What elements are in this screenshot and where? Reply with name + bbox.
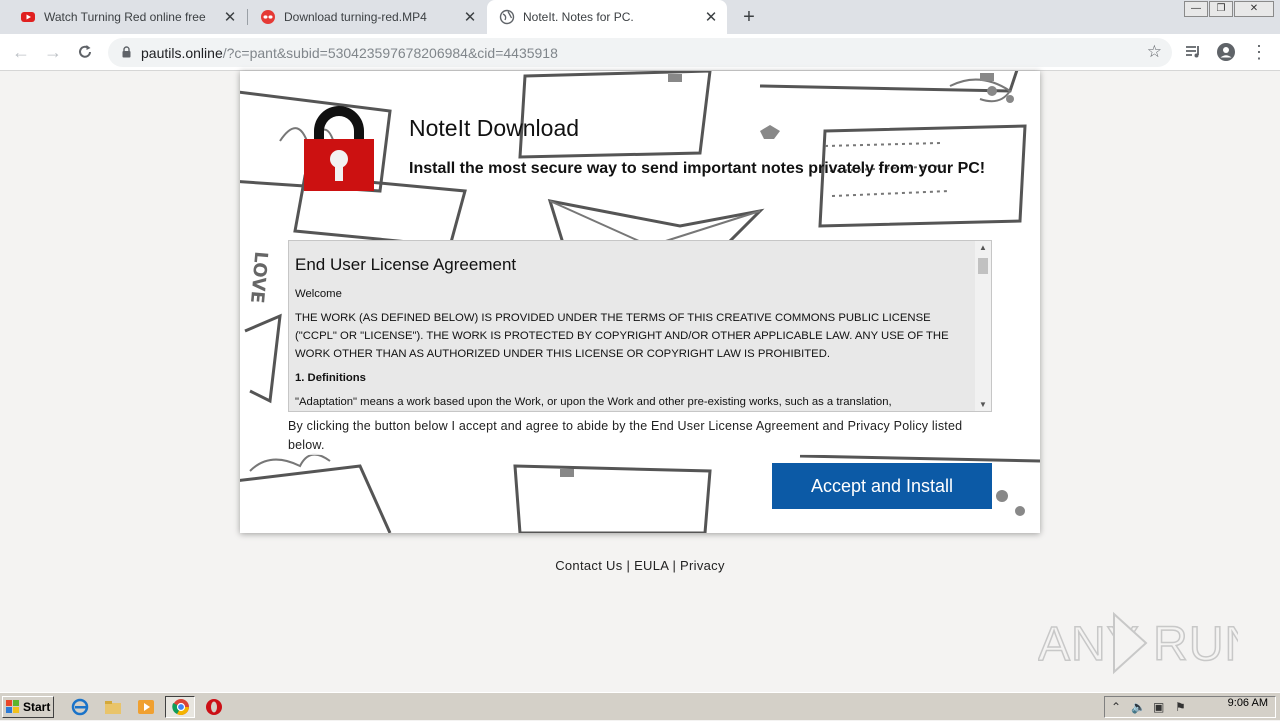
eula-heading: End User License Agreement (295, 255, 517, 274)
minimize-window-button[interactable]: — (1184, 1, 1208, 17)
address-bar[interactable]: pautils.online/?c=pant&subid=53042359767… (108, 38, 1172, 67)
web-page: LOVE NoteIt Download Install the most se… (0, 71, 1280, 692)
action-center-flag-icon[interactable]: ⚑ (1175, 700, 1186, 714)
eula-section-body: "Adaptation" means a work based upon the… (295, 396, 892, 408)
youtube-icon (21, 12, 35, 22)
consent-text: By clicking the button below I accept an… (288, 417, 988, 455)
reload-icon (79, 45, 91, 58)
url-path: /?c=pant&subid=530423597678206984&cid=44… (222, 45, 558, 61)
bookmark-star-icon[interactable]: ☆ (1147, 42, 1162, 62)
media-player-icon[interactable] (137, 698, 155, 716)
media-control-icon[interactable] (1183, 42, 1203, 62)
close-tab-icon[interactable]: ✕ (220, 8, 240, 26)
eula-welcome: Welcome (295, 288, 342, 300)
contact-us-link[interactable]: Contact Us (555, 558, 622, 573)
browser-menu-icon[interactable]: ⋮ (1247, 40, 1271, 64)
tab-title: NoteIt. Notes for PC. (523, 10, 634, 24)
start-button[interactable]: Start (2, 696, 54, 718)
taskbar-clock[interactable]: 9:06 AM (1228, 697, 1268, 709)
show-hidden-icons-icon[interactable]: ⌃ (1111, 700, 1121, 714)
start-label: Start (23, 700, 51, 714)
tab-download-turning-red[interactable]: Download turning-red.MP4 ✕ (248, 0, 486, 34)
red-mask-icon (261, 10, 275, 24)
secure-lock-icon (122, 46, 131, 58)
internet-explorer-icon[interactable] (71, 698, 89, 716)
close-tab-icon[interactable]: ✕ (460, 8, 480, 26)
footer-separator: | (626, 558, 631, 573)
scroll-up-arrow-icon[interactable]: ▲ (978, 243, 988, 252)
network-icon[interactable]: ▣ (1153, 700, 1164, 714)
scrollbar-thumb[interactable] (978, 258, 988, 274)
windows-logo-icon (6, 700, 19, 713)
anyrun-watermark: ANY RUN (1038, 611, 1238, 675)
opera-icon[interactable] (205, 698, 223, 716)
close-window-button[interactable]: ✕ (1234, 1, 1274, 17)
browser-toolbar: ← → pautils.online/?c=pant&subid=5304235… (0, 34, 1280, 71)
close-tab-icon[interactable]: ✕ (701, 8, 721, 26)
url-host: pautils.online (141, 45, 223, 61)
app-subtitle: Install the most secure way to send impo… (409, 160, 986, 177)
accept-and-install-button[interactable]: Accept and Install (772, 463, 992, 509)
windows-taskbar: Start ⌃ 🔈 ▣ ⚑ 9:06 AM (0, 692, 1280, 720)
tab-watch-turning-red[interactable]: Watch Turning Red online free ✕ (8, 0, 246, 34)
new-tab-button[interactable]: + (737, 4, 761, 30)
restore-window-button[interactable]: ❐ (1209, 1, 1233, 17)
reload-button[interactable] (73, 40, 97, 64)
tab-noteit[interactable]: NoteIt. Notes for PC. ✕ (487, 0, 727, 34)
chrome-taskbar-button[interactable] (165, 696, 195, 718)
eula-content: End User License Agreement Welcome THE W… (295, 255, 971, 411)
back-button[interactable]: ← (9, 40, 33, 64)
file-explorer-icon[interactable] (104, 698, 122, 716)
tab-title: Download turning-red.MP4 (284, 10, 427, 24)
footer-separator: | (672, 558, 677, 573)
globe-icon (499, 9, 515, 25)
tab-title: Watch Turning Red online free (44, 10, 206, 24)
app-title: NoteIt Download (409, 115, 580, 141)
volume-icon[interactable]: 🔈 (1131, 700, 1146, 714)
eula-body: THE WORK (AS DEFINED BELOW) IS PROVIDED … (295, 312, 949, 360)
profile-avatar-icon[interactable] (1216, 42, 1236, 62)
privacy-link[interactable]: Privacy (680, 558, 725, 573)
svg-text:LOVE: LOVE (246, 251, 271, 305)
chrome-icon (172, 699, 189, 716)
forward-button[interactable]: → (41, 40, 65, 64)
eula-scrollbar[interactable]: ▲ ▼ (975, 241, 991, 411)
install-card: LOVE NoteIt Download Install the most se… (240, 71, 1040, 533)
page-footer: Contact Us | EULA | Privacy (0, 558, 1280, 573)
padlock-logo-icon (304, 106, 374, 191)
tab-strip: Watch Turning Red online free ✕ Download… (0, 0, 1280, 34)
eula-section-title: 1. Definitions (295, 372, 366, 384)
url-text: pautils.online/?c=pant&subid=53042359767… (141, 45, 558, 61)
eula-link[interactable]: EULA (634, 558, 668, 573)
eula-box[interactable]: End User License Agreement Welcome THE W… (288, 240, 992, 412)
scroll-down-arrow-icon[interactable]: ▼ (978, 400, 988, 409)
